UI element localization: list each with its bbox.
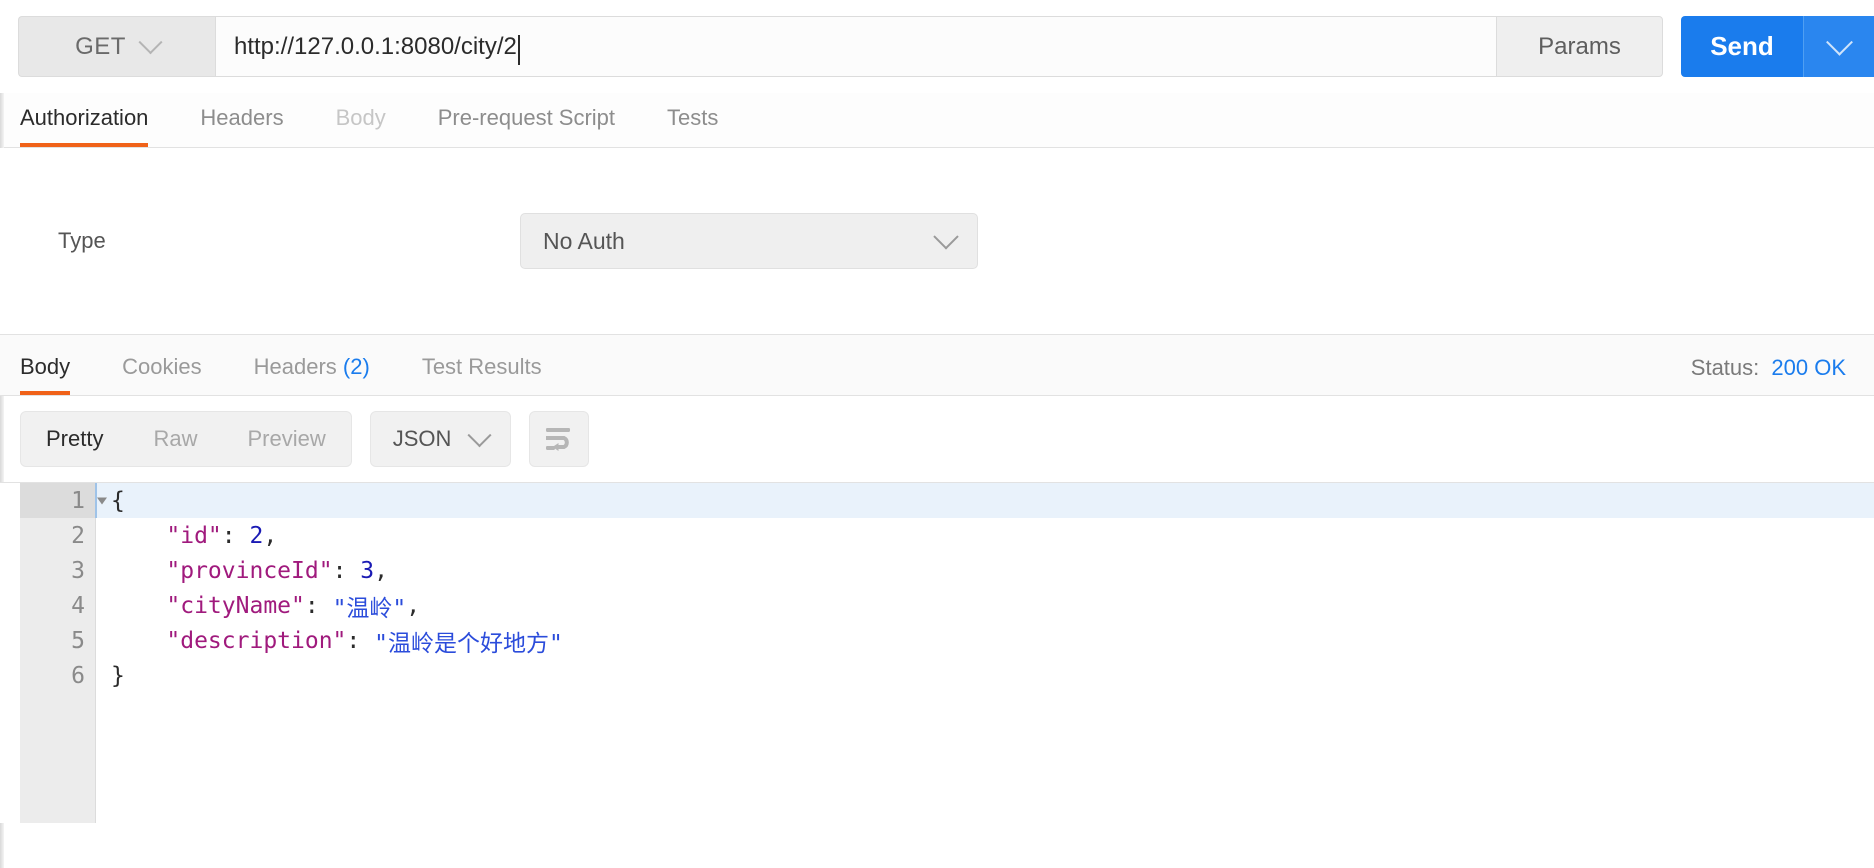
line-number: 2 bbox=[71, 522, 85, 549]
http-method-label: GET bbox=[75, 32, 126, 60]
code-line-text: } bbox=[95, 658, 125, 693]
tab-authorization-label: Authorization bbox=[20, 105, 149, 130]
line-number: 3 bbox=[71, 557, 85, 584]
auth-type-dropdown[interactable]: No Auth bbox=[520, 213, 978, 269]
response-tabs: Body Cookies Headers (2) Test Results St… bbox=[0, 335, 1874, 396]
params-button[interactable]: Params bbox=[1496, 16, 1663, 77]
url-input[interactable]: http://127.0.0.1:8080/city/2 bbox=[215, 16, 1496, 77]
code-line: 6} bbox=[20, 658, 1874, 693]
url-input-value: http://127.0.0.1:8080/city/2 bbox=[234, 32, 517, 60]
send-options-button[interactable] bbox=[1803, 16, 1874, 77]
code-token-punc: , bbox=[263, 522, 278, 549]
code-token-punc: : bbox=[221, 522, 250, 549]
response-tab-cookies[interactable]: Cookies bbox=[122, 354, 201, 395]
code-token-punc: : bbox=[332, 557, 361, 584]
word-wrap-button[interactable] bbox=[529, 411, 590, 467]
code-token-key: "description" bbox=[111, 627, 347, 654]
chevron-down-icon bbox=[138, 30, 163, 55]
tab-authorization[interactable]: Authorization bbox=[20, 105, 149, 147]
tab-tests-label: Tests bbox=[667, 105, 719, 130]
status-badge: Status: 200 OK bbox=[1691, 355, 1846, 395]
send-button-group: Send bbox=[1681, 16, 1874, 77]
authorization-panel: Type No Auth bbox=[0, 148, 1874, 335]
status-value: 200 OK bbox=[1771, 355, 1846, 380]
auth-type-label: Type bbox=[58, 228, 106, 253]
response-tab-body[interactable]: Body bbox=[20, 354, 71, 395]
tab-body-label: Body bbox=[335, 105, 386, 130]
response-tab-cookies-label: Cookies bbox=[122, 354, 202, 379]
view-mode-segmented-control: Pretty Raw Preview bbox=[20, 411, 352, 467]
code-line: 1{ bbox=[20, 483, 1874, 518]
response-format-value: JSON bbox=[392, 426, 452, 451]
line-number: 1 bbox=[20, 483, 107, 518]
response-tab-headers[interactable]: Headers (2) bbox=[254, 354, 370, 395]
view-mode-pretty-label: Pretty bbox=[46, 426, 104, 451]
tab-headers[interactable]: Headers bbox=[200, 105, 283, 147]
response-tab-test-results[interactable]: Test Results bbox=[422, 354, 542, 395]
auth-type-value: No Auth bbox=[543, 227, 625, 254]
code-token-punc: , bbox=[374, 557, 388, 584]
tab-body[interactable]: Body bbox=[336, 105, 386, 147]
response-tab-test-results-label: Test Results bbox=[421, 354, 542, 379]
response-tab-headers-label: Headers bbox=[253, 354, 337, 379]
code-token-punc: : bbox=[304, 592, 333, 619]
code-line: 3 "provinceId": 3, bbox=[20, 553, 1874, 588]
code-token-punc: , bbox=[406, 592, 421, 619]
request-bar: GET http://127.0.0.1:8080/city/2 Params … bbox=[0, 0, 1874, 93]
code-token-key: "cityName" bbox=[111, 592, 305, 619]
code-line: 5 "description": "温岭是个好地方" bbox=[20, 623, 1874, 658]
chevron-down-icon bbox=[933, 224, 959, 250]
tab-pre-request-script[interactable]: Pre-request Script bbox=[438, 105, 615, 147]
response-body-viewer[interactable]: 1{2 "id": 2,3 "provinceId": 3,4 "cityNam… bbox=[0, 482, 1874, 823]
line-number: 4 bbox=[71, 592, 85, 619]
chevron-down-icon bbox=[467, 422, 492, 447]
line-number: 5 bbox=[71, 627, 85, 654]
send-button-label: Send bbox=[1710, 31, 1774, 61]
view-mode-raw[interactable]: Raw bbox=[128, 412, 222, 466]
view-mode-preview[interactable]: Preview bbox=[222, 412, 350, 466]
params-button-label: Params bbox=[1538, 32, 1621, 60]
status-label: Status: bbox=[1690, 355, 1760, 380]
code-token-punc: : bbox=[346, 627, 375, 654]
code-token-punc: { bbox=[111, 487, 125, 514]
tab-pre-request-script-label: Pre-request Script bbox=[437, 105, 616, 130]
response-format-dropdown[interactable]: JSON bbox=[369, 411, 512, 467]
code-token-num: 3 bbox=[360, 557, 375, 584]
code-token-key: "id" bbox=[111, 522, 222, 549]
code-token-str: "温岭是个好地方" bbox=[374, 630, 563, 657]
view-mode-preview-label: Preview bbox=[247, 426, 326, 451]
text-cursor bbox=[517, 34, 520, 65]
tab-headers-label: Headers bbox=[200, 105, 284, 130]
code-token-key: "provinceId" bbox=[111, 557, 333, 584]
line-number: 6 bbox=[71, 662, 85, 689]
code-content: 1{2 "id": 2,3 "provinceId": 3,4 "cityNam… bbox=[20, 483, 1874, 693]
code-line-text: "provinceId": 3, bbox=[95, 553, 388, 588]
view-mode-raw-label: Raw bbox=[153, 426, 198, 451]
send-button[interactable]: Send bbox=[1681, 16, 1803, 77]
code-line: 4 "cityName": "温岭", bbox=[20, 588, 1874, 623]
view-mode-pretty[interactable]: Pretty bbox=[21, 412, 128, 466]
response-tab-body-label: Body bbox=[20, 354, 71, 379]
code-token-num: 2 bbox=[249, 522, 264, 549]
code-token-punc: } bbox=[111, 662, 125, 689]
http-method-dropdown[interactable]: GET bbox=[18, 16, 215, 77]
code-line: 2 "id": 2, bbox=[20, 518, 1874, 553]
word-wrap-icon bbox=[546, 428, 571, 451]
code-line-text: "description": "温岭是个好地方" bbox=[95, 623, 563, 658]
request-tabs: Authorization Headers Body Pre-request S… bbox=[0, 93, 1874, 148]
tab-tests[interactable]: Tests bbox=[667, 105, 718, 147]
chevron-down-icon bbox=[1825, 28, 1853, 56]
response-headers-count: (2) bbox=[342, 354, 370, 379]
code-fold-toggle-icon[interactable] bbox=[97, 497, 107, 504]
code-line-text: "cityName": "温岭", bbox=[95, 588, 420, 623]
code-line-text: "id": 2, bbox=[95, 518, 277, 553]
response-toolbar: Pretty Raw Preview JSON bbox=[0, 396, 1874, 482]
code-token-str: "温岭" bbox=[332, 595, 407, 622]
